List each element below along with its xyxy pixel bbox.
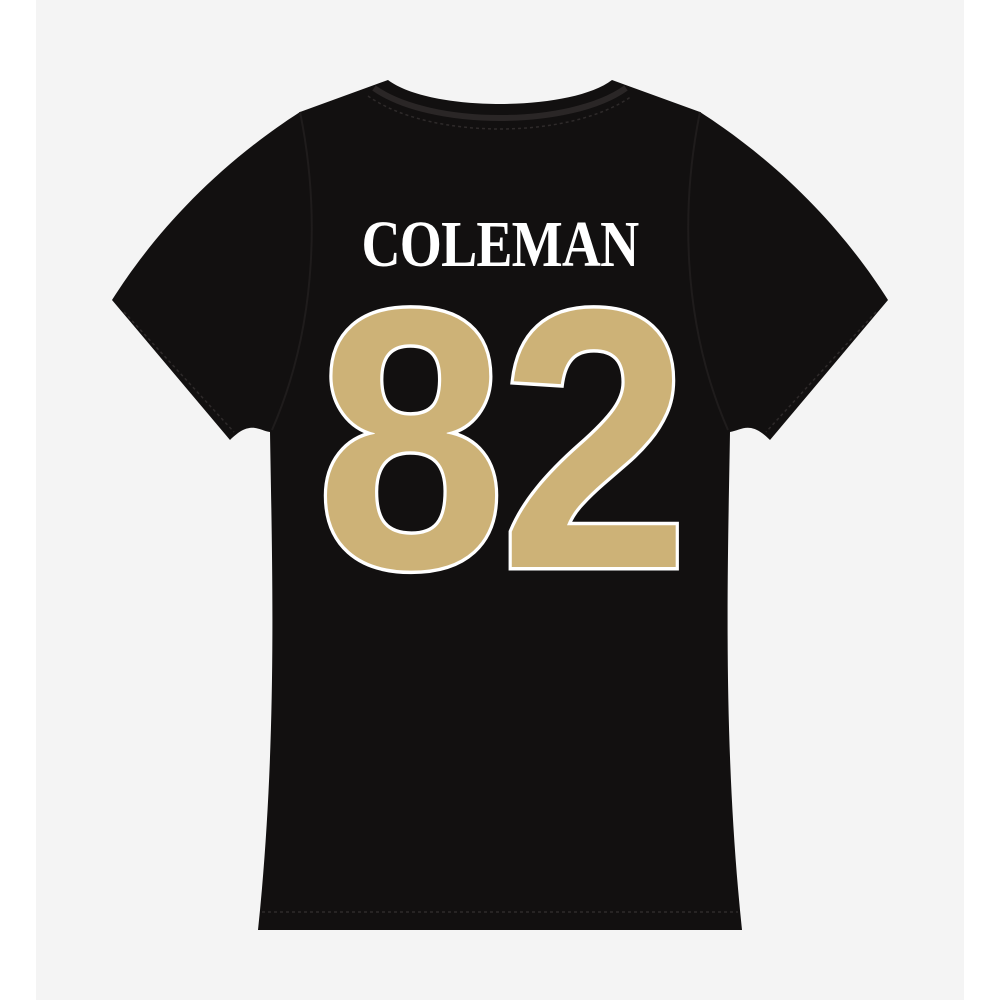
player-number: 82 bbox=[313, 233, 693, 646]
product-image: COLEMAN 82 bbox=[0, 0, 1000, 1000]
